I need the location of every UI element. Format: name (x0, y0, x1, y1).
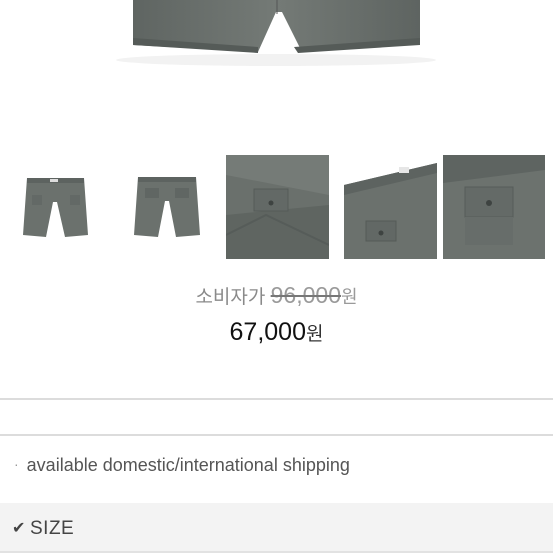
shipping-info: · available domestic/international shippi… (14, 455, 350, 476)
sale-price-currency: 원 (305, 324, 324, 345)
thumbnail-pocket-detail[interactable] (226, 155, 329, 259)
consumer-price: 소비자가 96,000원 (0, 280, 553, 310)
sale-price: 67,000원 (0, 315, 553, 349)
thumbnail-strip (0, 155, 553, 261)
product-main-image (0, 0, 553, 150)
sale-price-value: 67,000 (229, 318, 306, 346)
thumbnail-back[interactable] (116, 155, 218, 259)
divider (0, 434, 553, 436)
size-label: SIZE (30, 518, 75, 539)
original-price-currency: 원 (341, 287, 358, 307)
price-block: 소비자가 96,000원 67,000원 (0, 280, 553, 349)
original-price: 96,000 (270, 282, 341, 308)
thumbnail-front[interactable] (10, 155, 106, 259)
thumbnail-back-pocket[interactable] (443, 155, 545, 259)
thumbnail-waist-detail[interactable] (344, 155, 437, 259)
bullet-icon: · (14, 456, 19, 472)
consumer-price-label: 소비자가 (195, 287, 266, 308)
divider (0, 398, 553, 400)
shipping-text: available domestic/international shippin… (26, 455, 350, 475)
check-icon: ✔ (12, 520, 26, 537)
size-option-toggle[interactable]: ✔ SIZE (0, 503, 553, 553)
